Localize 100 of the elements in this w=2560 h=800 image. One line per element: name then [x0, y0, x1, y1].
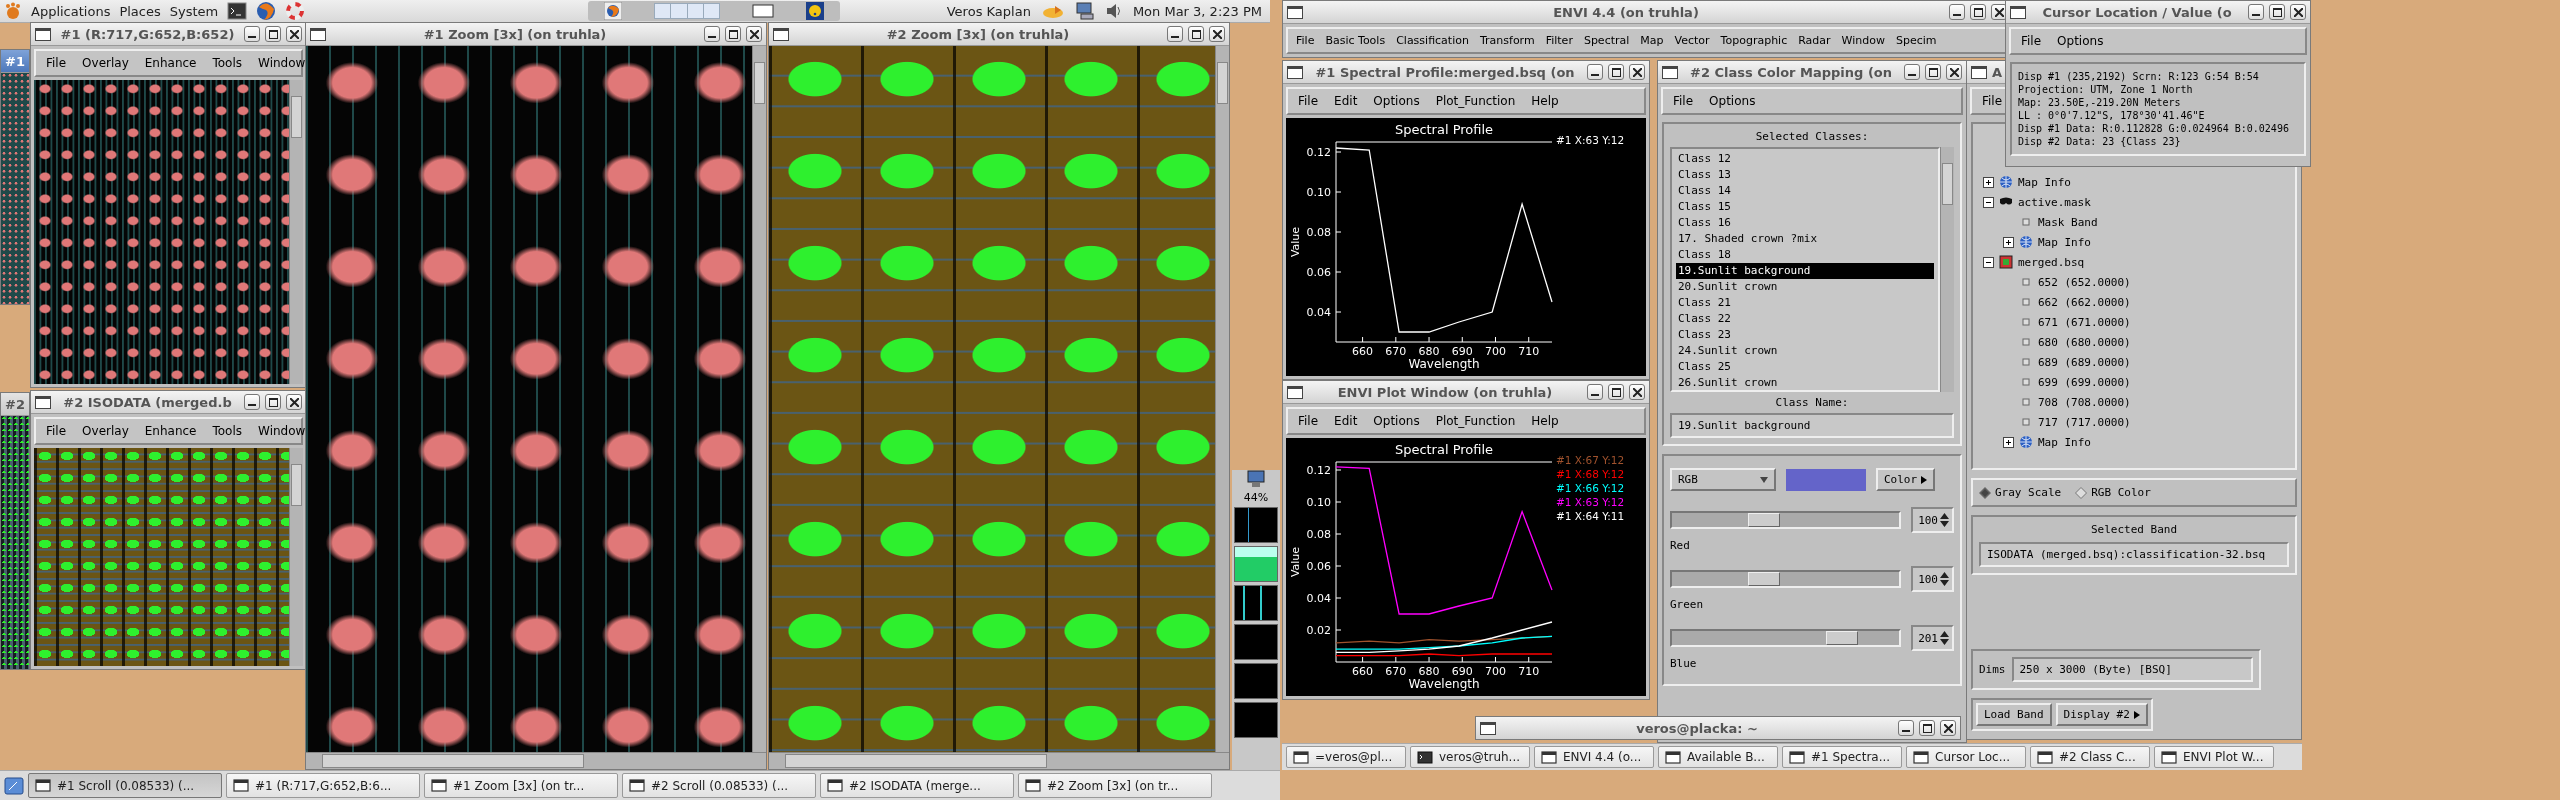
- menu-item[interactable]: File: [1298, 94, 1319, 108]
- scrollbar[interactable]: [752, 46, 766, 752]
- close-button[interactable]: [1940, 720, 1956, 736]
- close-button[interactable]: [1209, 26, 1225, 42]
- minimize-button[interactable]: [704, 26, 720, 42]
- tree-item[interactable]: merged.bsq: [2018, 255, 2085, 269]
- minimize-button[interactable]: [244, 26, 260, 42]
- maximize-button[interactable]: [1925, 64, 1941, 80]
- list-item[interactable]: Class 15: [1676, 199, 1934, 215]
- menu-item[interactable]: Classification: [1396, 34, 1469, 47]
- slider[interactable]: [1670, 629, 1902, 647]
- speaker-icon[interactable]: [1104, 3, 1123, 19]
- list-item[interactable]: 17. Shaded crown ?mix: [1676, 231, 1934, 247]
- maximize-button[interactable]: [1608, 384, 1624, 400]
- scrollbar[interactable]: [306, 752, 766, 769]
- minimize-button[interactable]: [1949, 4, 1965, 20]
- tree-item[interactable]: 662 (662.0000): [2038, 295, 2131, 309]
- maximize-button[interactable]: [265, 394, 281, 410]
- close-button[interactable]: [2290, 4, 2306, 20]
- menu-item[interactable]: Help: [1531, 414, 1559, 428]
- taskbar-button[interactable]: #2 ISODATA (merge...: [820, 773, 1014, 798]
- desktop-icon[interactable]: [4, 775, 24, 796]
- menu-item[interactable]: File: [1298, 414, 1319, 428]
- list-item[interactable]: 26.Sunlit crown: [1676, 375, 1934, 390]
- menu-item[interactable]: Options: [1373, 414, 1420, 428]
- menu-item[interactable]: File: [2021, 34, 2042, 48]
- tree-item[interactable]: active.mask: [2018, 195, 2091, 209]
- menu-item[interactable]: Overlay: [82, 424, 129, 438]
- menu-item[interactable]: Spectral: [1583, 34, 1630, 47]
- maximize-button[interactable]: [725, 26, 741, 42]
- tree-item[interactable]: Map Info: [2038, 235, 2091, 249]
- workspace-switcher[interactable]: [654, 3, 720, 19]
- clock[interactable]: Mon Mar 3, 2:23 PM: [1132, 3, 1262, 19]
- menu-item[interactable]: Topographic: [1720, 34, 1788, 47]
- cloud-icon[interactable]: [1040, 3, 1065, 19]
- maximize-button[interactable]: [1919, 720, 1935, 736]
- list-item[interactable]: Class 23: [1676, 327, 1934, 343]
- tree-item[interactable]: Map Info: [2038, 435, 2091, 449]
- list-item[interactable]: Class 22: [1676, 311, 1934, 327]
- spin-box[interactable]: 100: [1911, 507, 1954, 533]
- menu-item[interactable]: Edit: [1334, 94, 1358, 108]
- menu-item[interactable]: File: [1296, 34, 1315, 47]
- terminal-icon[interactable]: [227, 2, 248, 20]
- tree-item[interactable]: 717 (717.0000): [2038, 415, 2131, 429]
- menu-item[interactable]: Enhance: [144, 424, 197, 438]
- globe-icon[interactable]: [256, 1, 277, 21]
- scrollbar[interactable]: [289, 80, 303, 384]
- taskbar-button[interactable]: =veros@pl...: [1286, 746, 1406, 768]
- taskbar-button[interactable]: #2 Class C...: [2030, 746, 2150, 768]
- menu-item[interactable]: Options: [1373, 94, 1420, 108]
- monitor-icon[interactable]: [1074, 2, 1095, 20]
- list-item[interactable]: Class 13: [1676, 167, 1934, 183]
- menu-item[interactable]: Vector: [1674, 34, 1710, 47]
- taskbar-button[interactable]: #2 Scroll (0.08533) (...: [622, 773, 816, 798]
- menu-item[interactable]: Tools: [212, 424, 243, 438]
- menu-item[interactable]: Radar: [1798, 34, 1831, 47]
- close-button[interactable]: [746, 26, 762, 42]
- menu-item[interactable]: File: [1673, 94, 1694, 108]
- text-field[interactable]: 250 x 3000 (Byte) [BSQ]: [2011, 657, 2253, 682]
- menu-item[interactable]: Transform: [1479, 34, 1535, 47]
- menu-item[interactable]: Options: [2057, 34, 2104, 48]
- minimize-button[interactable]: [1587, 384, 1603, 400]
- help-icon[interactable]: [806, 2, 824, 20]
- button[interactable]: Load Band: [1976, 703, 2052, 726]
- menu-item[interactable]: Window: [258, 424, 306, 438]
- color-button[interactable]: Color: [1876, 468, 1936, 491]
- slider[interactable]: [1670, 511, 1902, 529]
- scrollbar[interactable]: [289, 448, 303, 666]
- list-item[interactable]: 19.Sunlit background: [1676, 263, 1934, 279]
- tree-item[interactable]: 671 (671.0000): [2038, 315, 2131, 329]
- menu-item[interactable]: Window: [1841, 34, 1885, 47]
- text-field[interactable]: 19.Sunlit background: [1670, 413, 1954, 438]
- slider-thumb[interactable]: [1748, 572, 1781, 586]
- taskbar-button[interactable]: #1 Scroll (0.08533) (...: [28, 773, 222, 798]
- globe-icon[interactable]: [604, 2, 622, 20]
- spin-box[interactable]: 100: [1911, 566, 1954, 592]
- close-button[interactable]: [1629, 384, 1645, 400]
- list-item[interactable]: Class 14: [1676, 183, 1934, 199]
- taskbar-button[interactable]: #2 Zoom [3x] (on tr...: [1018, 773, 1212, 798]
- close-button[interactable]: [1629, 64, 1645, 80]
- taskbar-button[interactable]: veros@truh...: [1410, 746, 1530, 768]
- image-view[interactable]: [34, 448, 289, 666]
- menu-item[interactable]: Tools: [212, 56, 243, 70]
- expand-icon[interactable]: [1983, 176, 1994, 188]
- collapse-icon[interactable]: [1983, 256, 1994, 268]
- close-button[interactable]: [286, 394, 302, 410]
- maximize-button[interactable]: [265, 26, 281, 42]
- dropdown[interactable]: RGB: [1670, 468, 1776, 491]
- menu-item[interactable]: Filter: [1545, 34, 1573, 47]
- menu-item[interactable]: Window: [258, 56, 306, 70]
- minimize-button[interactable]: [1167, 26, 1183, 42]
- maximize-button[interactable]: [1970, 4, 1986, 20]
- taskbar-button[interactable]: ENVI 4.4 (o...: [1534, 746, 1654, 768]
- button[interactable]: Display #2: [2055, 703, 2148, 726]
- thumbnail[interactable]: [1234, 546, 1278, 582]
- menu-item[interactable]: Edit: [1334, 414, 1358, 428]
- image-view[interactable]: [34, 80, 289, 384]
- minimize-button[interactable]: [1587, 64, 1603, 80]
- tree-item[interactable]: 680 (680.0000): [2038, 335, 2131, 349]
- tree-item[interactable]: 708 (708.0000): [2038, 395, 2131, 409]
